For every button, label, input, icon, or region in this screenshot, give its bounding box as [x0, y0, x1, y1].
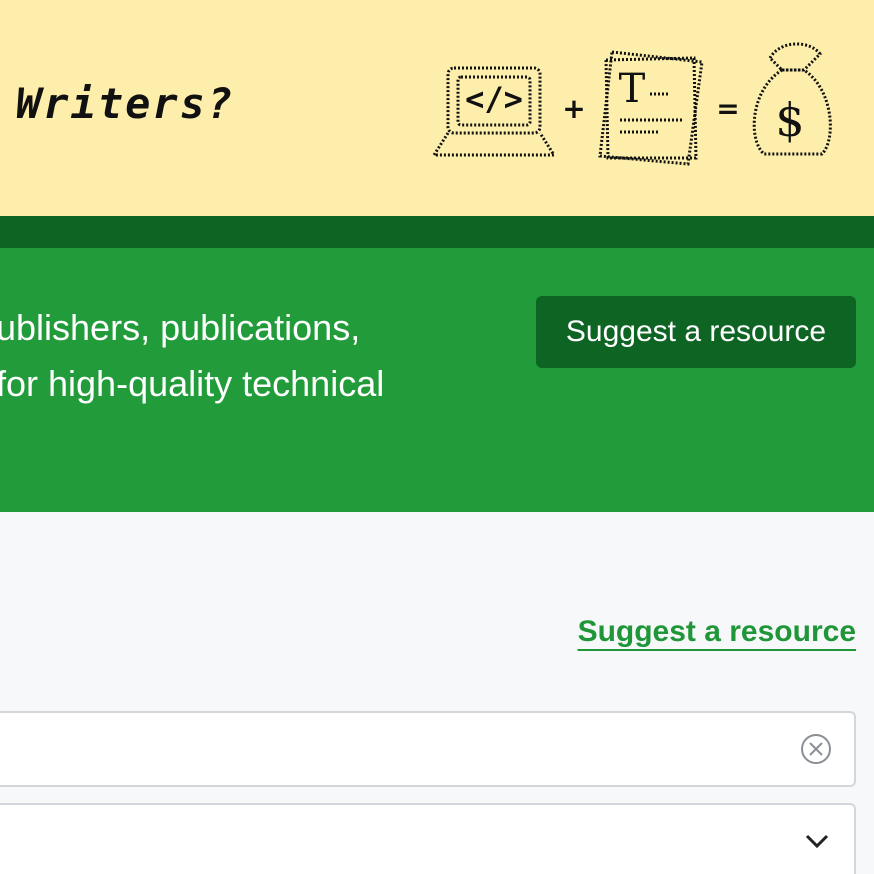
- dollar-symbol: $: [775, 93, 804, 147]
- hero-title: Writers?: [16, 79, 235, 128]
- hero-illustration: </> + T = $: [430, 40, 840, 170]
- hero-illustration-svg: </> + T = $: [431, 42, 832, 166]
- chevron-down-icon[interactable]: [804, 831, 830, 851]
- equals-sign: =: [716, 92, 739, 125]
- filter-select[interactable]: [0, 803, 856, 874]
- hero-header: Writers? </> + T = $: [0, 0, 874, 216]
- clear-icon[interactable]: [800, 733, 832, 765]
- suggest-resource-link[interactable]: Suggest a resource: [578, 610, 856, 654]
- document-icon: [598, 50, 704, 166]
- suggest-resource-button[interactable]: Suggest a resource: [536, 296, 856, 368]
- nav-stripe: [0, 216, 874, 248]
- document-letter: T: [619, 66, 646, 112]
- plus-sign: +: [562, 92, 585, 125]
- banner-line-1: ublishers, publications,: [0, 307, 361, 348]
- search-input[interactable]: [12, 723, 776, 775]
- banner-line-2: for high-quality technical: [0, 363, 385, 404]
- code-symbol: </>: [465, 80, 523, 118]
- search-field: [0, 711, 856, 787]
- banner-description: ublishers, publications, for high-qualit…: [0, 300, 466, 412]
